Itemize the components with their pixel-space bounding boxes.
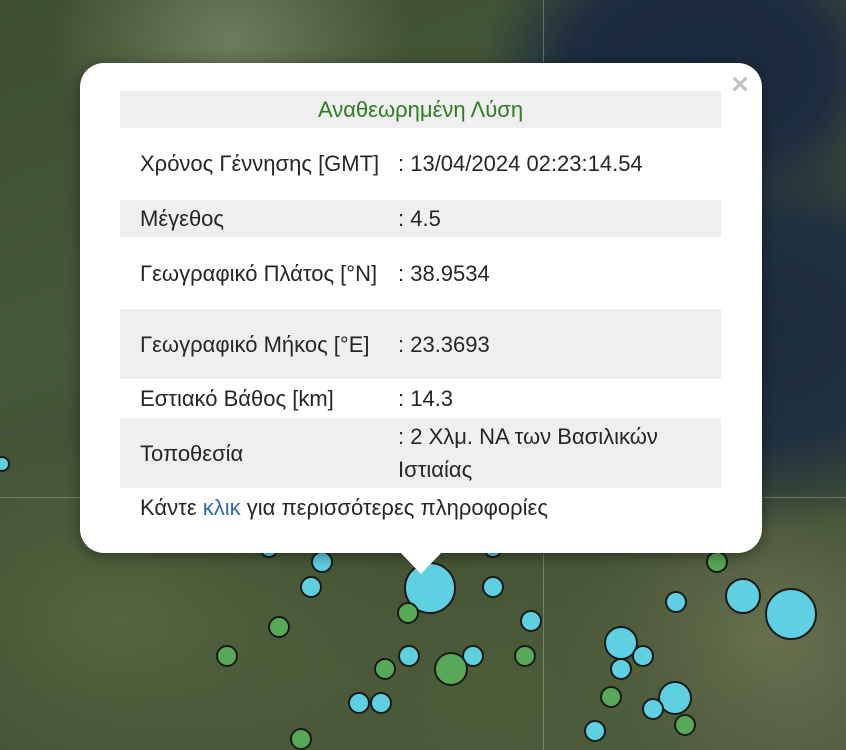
- earthquake-marker[interactable]: [482, 576, 504, 598]
- earthquake-marker[interactable]: [216, 645, 238, 667]
- footer-prefix: Κάντε: [140, 495, 203, 520]
- footer-suffix: για περισσότερες πληροφορίες: [240, 495, 548, 520]
- row-label: Μέγεθος: [140, 206, 225, 231]
- row-label: Χρόνος Γέννησης [GMT]: [140, 150, 380, 176]
- row-value: : 14.3: [398, 386, 454, 411]
- earthquake-marker[interactable]: [370, 692, 392, 714]
- row-label: Γεωγραφικό Μήκος [°E]: [140, 331, 370, 357]
- more-info-link[interactable]: κλικ: [203, 495, 241, 520]
- info-row-depth: Εστιακό Βάθος [km] : 14.3: [120, 380, 721, 417]
- info-row-origin-time: Χρόνος Γέννησης [GMT] : 13/04/2024 02:23…: [120, 128, 721, 198]
- earthquake-marker[interactable]: [0, 456, 10, 472]
- row-label: Τοποθεσία: [140, 440, 244, 466]
- earthquake-marker[interactable]: [610, 658, 632, 680]
- earthquake-marker[interactable]: [268, 616, 290, 638]
- info-row-location: Τοποθεσία : 2 Χλμ. ΝΑ των Βασιλικών Ιστι…: [120, 418, 721, 488]
- row-value: : 4.5: [398, 206, 441, 231]
- earthquake-marker[interactable]: [706, 551, 728, 573]
- popup-title: Αναθεωρημένη Λύση: [120, 91, 721, 128]
- row-value: : 13/04/2024 02:23:14.54: [398, 150, 643, 176]
- earthquake-marker[interactable]: [520, 610, 542, 632]
- earthquake-marker[interactable]: [311, 551, 333, 573]
- info-row-magnitude: Μέγεθος : 4.5: [120, 200, 721, 237]
- earthquake-marker[interactable]: [300, 576, 322, 598]
- earthquake-marker[interactable]: [632, 645, 654, 667]
- earthquake-marker[interactable]: [348, 692, 370, 714]
- earthquake-marker[interactable]: [434, 652, 468, 686]
- earthquake-marker[interactable]: [398, 645, 420, 667]
- earthquake-marker[interactable]: [725, 578, 761, 614]
- earthquake-marker[interactable]: [665, 591, 687, 613]
- close-icon[interactable]: ×: [728, 70, 752, 100]
- info-row-longitude: Γεωγραφικό Μήκος [°E] : 23.3693: [120, 309, 721, 379]
- earthquake-marker[interactable]: [584, 720, 606, 742]
- more-info-text: Κάντε κλικ για περισσότερες πληροφορίες: [140, 491, 548, 524]
- info-row-latitude: Γεωγραφικό Πλάτος [°N] : 38.9534: [120, 238, 721, 308]
- row-value: : 38.9534: [398, 260, 490, 286]
- earthquake-marker[interactable]: [514, 645, 536, 667]
- row-value: : 23.3693: [398, 331, 490, 357]
- popup-tip: [400, 552, 442, 574]
- earthquake-marker[interactable]: [600, 686, 622, 708]
- earthquake-marker[interactable]: [290, 728, 312, 750]
- row-label: Γεωγραφικό Πλάτος [°N]: [140, 260, 378, 286]
- earthquake-marker[interactable]: [674, 714, 696, 736]
- earthquake-info-popup: × Αναθεωρημένη Λύση Χρόνος Γέννησης [GMT…: [80, 63, 762, 553]
- earthquake-marker[interactable]: [374, 658, 396, 680]
- earthquake-marker[interactable]: [397, 602, 419, 624]
- row-label: Εστιακό Βάθος [km]: [140, 386, 334, 411]
- earthquake-marker[interactable]: [765, 588, 817, 640]
- row-value: : 2 Χλμ. ΝΑ των Βασιλικών Ιστιαίας: [398, 424, 658, 482]
- earthquake-marker[interactable]: [642, 698, 664, 720]
